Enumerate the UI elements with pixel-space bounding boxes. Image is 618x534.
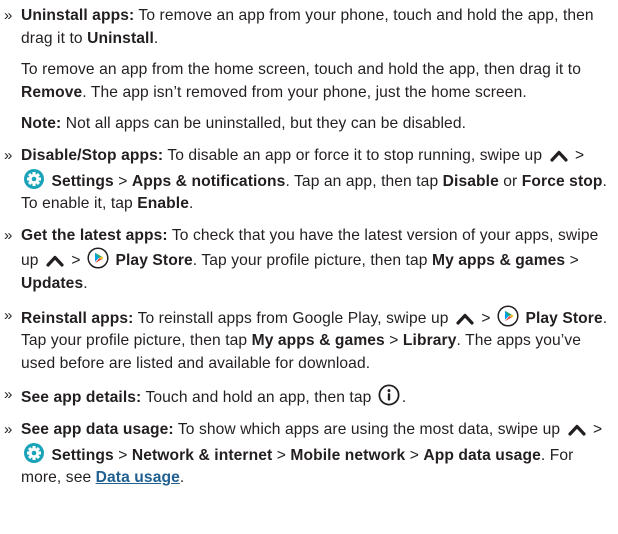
play-store-icon — [495, 304, 521, 327]
play-store-icon — [85, 247, 111, 269]
bold-term: Apps & notifications — [131, 172, 286, 190]
paragraph-uninstall-note: Note: Not all apps can be uninstalled, b… — [3, 113, 608, 136]
bold-term: Settings — [51, 172, 114, 190]
caret-up-icon — [547, 147, 571, 164]
body-text: . — [401, 389, 407, 407]
body-text: > — [384, 332, 403, 350]
data-usage-link[interactable]: Data usage — [96, 469, 180, 486]
body-text: > — [272, 446, 291, 464]
body-text: or — [498, 172, 522, 190]
bullet-item-get-latest-apps: » Get the latest apps: To check that you … — [3, 225, 608, 296]
caret-up-icon — [453, 310, 477, 327]
bold-term: Enable — [137, 195, 189, 213]
body-text: Not all apps can be uninstalled, but the… — [61, 115, 467, 133]
body-text: > — [113, 446, 132, 464]
bullet-item-disable-stop-apps: » Disable/Stop apps: To disable an app or… — [3, 145, 608, 216]
body-text: > — [476, 309, 496, 327]
bullet-marker: » — [4, 306, 13, 324]
bold-term: Settings — [51, 446, 114, 464]
bold-term: Updates — [21, 274, 84, 292]
bold-term: App data usage — [423, 446, 541, 464]
body-text: . Tap an app, then tap — [285, 172, 443, 190]
body-text: . — [83, 274, 88, 292]
info-icon — [376, 384, 402, 406]
bold-term: Reinstall apps: — [21, 309, 134, 327]
body-text: > — [588, 420, 603, 438]
bold-term: Play Store — [525, 309, 603, 327]
bullet-item-see-app-details: » See app details: Touch and hold an app,… — [3, 384, 608, 410]
body-text: To remove an app from the home screen, t… — [21, 61, 581, 79]
caret-up-icon — [565, 421, 589, 438]
bold-term: See app details: — [21, 389, 142, 407]
settings-gear-icon — [21, 442, 47, 464]
bold-term: My apps & games — [251, 332, 385, 350]
bold-term: Library — [402, 332, 457, 350]
body-text: > — [570, 146, 585, 164]
body-text: . — [179, 469, 185, 487]
bold-term: Note: — [21, 115, 62, 133]
bold-term: Play Store — [115, 252, 193, 270]
body-text: > — [66, 252, 86, 270]
bullet-marker: » — [4, 420, 13, 438]
body-text: . The app isn’t removed from your phone,… — [82, 83, 527, 101]
paragraph-remove-from-home: To remove an app from the home screen, t… — [3, 59, 608, 104]
caret-up-icon — [43, 252, 67, 269]
body-text: > — [565, 252, 579, 270]
bold-term: Disable/Stop apps: — [21, 146, 164, 164]
bullet-marker: » — [4, 226, 13, 244]
bold-term: Mobile network — [290, 446, 406, 464]
body-text: > — [113, 172, 132, 190]
bullet-item-reinstall-apps: » Reinstall apps: To reinstall apps from … — [3, 304, 608, 376]
bold-term: Uninstall — [87, 29, 154, 47]
body-text: . Tap your profile picture, then tap — [192, 252, 432, 270]
bold-term: My apps & games — [431, 252, 566, 270]
bullet-marker: » — [4, 146, 13, 164]
bold-term: Get the latest apps: — [21, 226, 168, 244]
bullet-marker: » — [4, 7, 13, 24]
body-text: Touch and hold an app, then tap — [141, 389, 376, 407]
body-text: . — [153, 29, 159, 47]
bullet-item-see-app-data-usage: » See app data usage: To show which apps … — [3, 419, 608, 490]
body-text: . — [188, 195, 194, 213]
bold-term: Force stop — [521, 172, 603, 190]
settings-gear-icon — [21, 168, 47, 190]
bold-term: See app data usage: — [21, 420, 174, 438]
body-text: To show which apps are using the most da… — [173, 420, 565, 438]
help-document: » Uninstall apps: To remove an app from y… — [0, 0, 618, 490]
bold-term: Uninstall apps: — [21, 7, 135, 24]
bullet-item-uninstall-apps: » Uninstall apps: To remove an app from y… — [3, 5, 608, 50]
body-text: To disable an app or force it to stop ru… — [163, 146, 547, 164]
bold-term: Disable — [442, 172, 499, 190]
body-text: > — [405, 446, 424, 464]
body-text: To reinstall apps from Google Play, swip… — [133, 309, 453, 327]
bold-term: Remove — [21, 83, 83, 101]
bold-term: Network & internet — [131, 446, 273, 464]
bullet-marker: » — [4, 386, 13, 404]
